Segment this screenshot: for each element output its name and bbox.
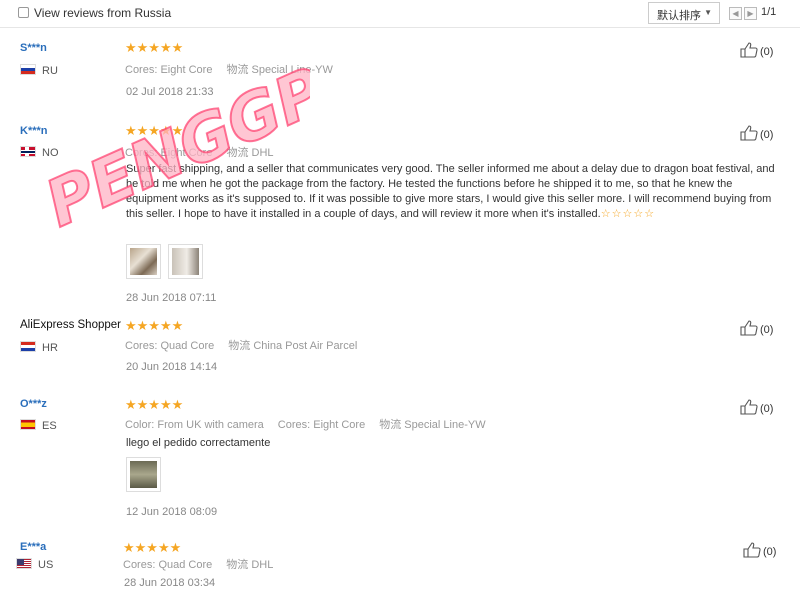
thumbs-up-icon <box>740 42 758 58</box>
review-text: Super fast shipping, and a seller that c… <box>126 163 775 220</box>
review-photo[interactable] <box>126 244 161 279</box>
star-emoji-icons: ☆☆☆☆☆ <box>600 208 656 220</box>
ru-flag-icon <box>20 64 36 75</box>
review-date: 02 Jul 2018 21:33 <box>126 86 214 98</box>
product-attributes: Cores: Quad Core 物流 China Post Air Parcel <box>125 340 358 352</box>
chevron-down-icon: ▼ <box>704 8 712 17</box>
review-date: 28 Jun 2018 03:34 <box>124 577 216 589</box>
review-photo[interactable] <box>168 244 203 279</box>
star-rating: ★★★★★ <box>123 540 182 555</box>
review-photo[interactable] <box>126 457 161 492</box>
hr-flag-icon <box>20 341 36 352</box>
thumbs-up-icon <box>743 542 761 558</box>
reviewer-name: S***n <box>20 42 47 54</box>
reviewer-name: O***z <box>20 398 47 410</box>
chevron-left-icon[interactable]: ◀ <box>729 7 742 20</box>
page-indicator: 1/1 <box>761 6 777 18</box>
helpful-button[interactable]: (0) <box>743 542 776 558</box>
es-flag-icon <box>20 419 36 430</box>
reviewer-name: E***a <box>20 541 47 553</box>
review-text: llego el pedido correctamente <box>126 437 271 449</box>
reviewer-country: RU <box>20 64 58 77</box>
helpful-button[interactable]: (0) <box>740 320 773 336</box>
russia-filter-checkbox[interactable] <box>18 7 29 18</box>
reviewer-name: K***n <box>20 125 48 137</box>
thumbs-up-icon <box>740 320 758 336</box>
product-attributes: Cores: Quad Core 物流 DHL <box>123 559 274 571</box>
filter-bar: View reviews from Russia 默认排序 ▼ ◀ ▶ 1/1 <box>0 0 800 28</box>
helpful-button[interactable]: (0) <box>740 125 773 141</box>
no-flag-icon <box>20 146 36 157</box>
chevron-right-icon[interactable]: ▶ <box>744 7 757 20</box>
star-rating: ★★★★★ <box>125 318 184 333</box>
review-date: 28 Jun 2018 07:11 <box>126 292 217 304</box>
thumbs-up-icon <box>740 399 758 415</box>
reviewer-country: HR <box>20 341 58 354</box>
helpful-button[interactable]: (0) <box>740 399 773 415</box>
product-attributes: Color: From UK with camera Cores: Eight C… <box>125 419 486 431</box>
sort-dropdown-label: 默认排序 <box>657 10 701 22</box>
reviewer-country: NO <box>20 146 59 159</box>
star-rating: ★★★★★ <box>125 40 184 55</box>
review-date: 20 Jun 2018 14:14 <box>126 361 218 373</box>
reviewer-country: US <box>16 558 53 571</box>
review-date: 12 Jun 2018 08:09 <box>126 506 218 518</box>
sort-dropdown[interactable]: 默认排序 ▼ <box>648 2 720 24</box>
russia-filter-label[interactable]: View reviews from Russia <box>34 6 171 20</box>
star-rating: ★★★★★ <box>125 123 184 138</box>
us-flag-icon <box>16 558 32 569</box>
reviewer-country: ES <box>20 419 57 432</box>
reviewer-name: AliExpress Shopper <box>20 319 121 331</box>
star-rating: ★★★★★ <box>125 397 184 412</box>
product-attributes: Cores: Eight Core 物流 DHL <box>125 147 274 159</box>
product-attributes: Cores: Eight Core 物流 Special Line-YW <box>125 64 333 76</box>
thumbs-up-icon <box>740 125 758 141</box>
helpful-button[interactable]: (0) <box>740 42 773 58</box>
